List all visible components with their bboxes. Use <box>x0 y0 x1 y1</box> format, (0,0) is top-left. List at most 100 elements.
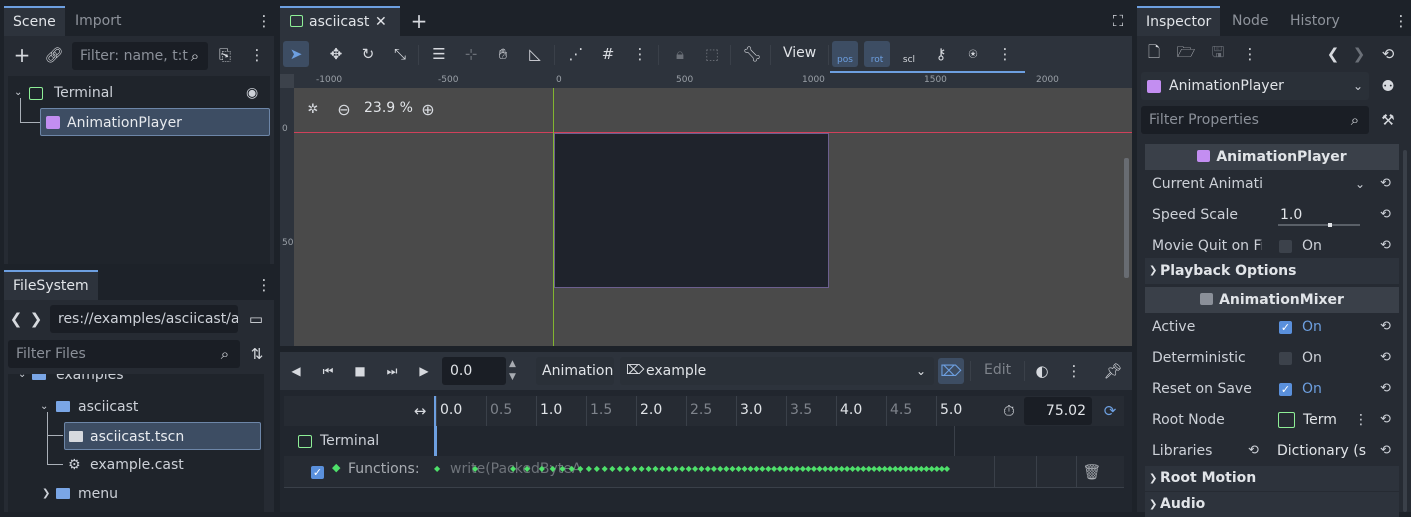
list-select-icon[interactable]: ☰ <box>426 41 452 67</box>
keyframe[interactable]: ◆ <box>434 464 440 473</box>
property-speed-scale[interactable]: Speed Scale 1.0 ⟲ <box>1152 200 1402 230</box>
property-active[interactable]: Active ✓ On ⟲ <box>1152 312 1402 342</box>
keyframe[interactable]: ◆ <box>586 464 592 473</box>
chevron-down-icon[interactable]: ⌄ <box>1355 169 1365 199</box>
keyframe[interactable]: ◆ <box>510 464 516 473</box>
inspector-scrollbar[interactable] <box>1403 150 1407 512</box>
revert-icon[interactable]: ⟲ <box>1380 374 1391 404</box>
track-functions[interactable]: ✓ ◆ Functions: write(PackedByteA ◆ ◆ ◆ ◆ ◆ ◆ ◆… <box>284 456 1124 488</box>
group-icon[interactable]: ⬚ <box>699 41 725 67</box>
chevron-right-icon[interactable]: ❯ <box>42 479 50 509</box>
forward-icon[interactable]: ❯ <box>26 306 46 332</box>
select-tool-icon[interactable]: ➤ <box>283 41 309 67</box>
scale-tool-icon[interactable]: ⤡ <box>387 41 413 67</box>
resource-menu-icon[interactable]: ⋮ <box>1237 41 1263 67</box>
path-field[interactable]: res://examples/asciicast/a <box>50 305 238 333</box>
revert-icon[interactable]: ⟲ <box>1380 169 1391 199</box>
autoplay-icon[interactable]: ⌦ <box>938 358 964 384</box>
reset-on-save-checkbox[interactable]: ✓ <box>1279 383 1292 396</box>
property-libraries[interactable]: Libraries ⟲ Dictionary (si ⟲ <box>1152 436 1402 466</box>
tab-history[interactable]: History <box>1281 6 1349 36</box>
node-select[interactable]: AnimationPlayer ⌄ <box>1141 72 1369 100</box>
revert-icon[interactable]: ⟲ <box>1380 200 1391 230</box>
keyframe[interactable]: ◆ <box>550 464 556 473</box>
file-asciicast-tscn[interactable]: asciicast.tscn <box>64 422 261 450</box>
snap-pos-button[interactable]: pos <box>832 41 858 67</box>
key-icon[interactable]: ⚷ <box>928 41 954 67</box>
play-icon[interactable]: ▶ <box>411 358 437 384</box>
pivot-tool-icon[interactable]: ⊹ <box>458 41 484 67</box>
keyframe[interactable]: ◆ <box>602 464 608 473</box>
reset-icon[interactable]: ⟲ <box>1248 436 1259 466</box>
keyframe[interactable]: ◆ <box>692 464 698 473</box>
slider-grabber[interactable] <box>1328 223 1332 227</box>
object-history-icon[interactable]: ⟲ <box>1375 41 1401 67</box>
keyframe[interactable]: ◆ <box>609 464 615 473</box>
keyframe-strip[interactable]: ◆ ◆ ◆ ◆ ◆ ◆ ◆ ◆ ◆ ◆ ◆ ◆ ◆ ◆ ◆ ◆ ◆ ◆ ◆ ◆ ◆ ◆ ◆ ◆ ◆ ◆ ◆ ◆ ◆ ◆ ◆ ◆ ◆ ◆ ◆ ◆ ◆ ◆ ◆ ◆… <box>434 464 956 478</box>
keyframe[interactable]: ◆ <box>569 464 575 473</box>
ruler-tool-icon[interactable]: ◺ <box>522 41 548 67</box>
chevron-down-icon[interactable]: ⌄ <box>14 78 22 108</box>
active-checkbox[interactable]: ✓ <box>1279 321 1292 334</box>
close-icon[interactable]: ✕ <box>375 8 387 36</box>
snap-scl-button[interactable]: scl <box>896 41 922 67</box>
deterministic-checkbox[interactable] <box>1279 352 1292 365</box>
property-deterministic[interactable]: Deterministic On ⟲ <box>1152 343 1402 373</box>
track-enabled-checkbox[interactable]: ✓ <box>311 466 324 479</box>
play-backwards-from-end-icon[interactable]: ◀ <box>283 358 309 384</box>
node-doc-icon[interactable]: ⚉ <box>1375 73 1401 99</box>
keyframe[interactable]: ◆ <box>472 464 478 473</box>
snap-rot-button[interactable]: rot <box>864 41 890 67</box>
keyframe[interactable]: ◆ <box>673 464 679 473</box>
edit-menu[interactable]: Edit <box>984 362 1011 378</box>
timeline-zoom-icon[interactable]: ↔ <box>407 398 433 424</box>
zoom-level[interactable]: 23.9 % <box>364 100 413 116</box>
keyframe[interactable]: ◆ <box>617 464 623 473</box>
revert-icon[interactable]: ⟲ <box>1380 231 1391 261</box>
revert-icon[interactable]: ⟲ <box>1380 312 1391 342</box>
keyframe[interactable]: ◆ <box>652 464 658 473</box>
property-reset-on-save[interactable]: Reset on Save ✓ On ⟲ <box>1152 374 1402 404</box>
group-playback-options[interactable]: ❯ Playback Options <box>1145 258 1399 284</box>
keyframe[interactable]: ◆ <box>666 464 672 473</box>
property-tools-icon[interactable]: ⚒ <box>1375 107 1401 133</box>
keyframe[interactable]: ◆ <box>639 464 645 473</box>
revert-icon[interactable]: ⟲ <box>1380 436 1391 466</box>
libraries-value[interactable]: Dictionary (si <box>1277 436 1367 466</box>
tab-import[interactable]: Import <box>66 6 130 36</box>
canvas-viewport[interactable]: ✲ ⊖ 23.9 % ⊕ <box>294 88 1132 346</box>
tab-asciicast[interactable]: asciicast ✕ <box>280 6 400 36</box>
insert-key-icon[interactable]: ⍟ <box>960 41 986 67</box>
movie-quit-checkbox[interactable] <box>1279 240 1292 253</box>
tab-node[interactable]: Node <box>1223 6 1278 36</box>
menu-kebab-icon[interactable]: ⋮ <box>254 8 274 34</box>
property-root-node[interactable]: Root Node Term ⋮ ⟲ <box>1152 405 1402 435</box>
zoom-out-icon[interactable]: ⊖ <box>331 96 357 122</box>
speed-scale-slider[interactable] <box>1278 224 1360 226</box>
onion-options-icon[interactable]: ⋮ <box>1061 358 1087 384</box>
keyframe[interactable]: ◆ <box>524 464 530 473</box>
tree-item-terminal[interactable]: ⌄ Terminal ◉ <box>8 78 270 108</box>
time-stepper[interactable]: ▲ ▼ <box>509 358 516 384</box>
sort-icon[interactable]: ⇅ <box>244 341 270 367</box>
menu-kebab-icon[interactable]: ⋮ <box>254 272 274 298</box>
revert-icon[interactable]: ⟲ <box>1380 405 1391 435</box>
pan-tool-icon[interactable]: ✋︎ <box>490 41 516 67</box>
pin-icon[interactable]: 📌︎ <box>1100 358 1126 384</box>
new-resource-icon[interactable]: 🗋 <box>1141 41 1167 67</box>
tab-filesystem[interactable]: FileSystem <box>4 270 98 300</box>
visibility-eye-icon[interactable]: ◉ <box>246 78 258 108</box>
instance-scene-icon[interactable]: ⎘ <box>212 42 238 68</box>
vertical-scrollbar[interactable] <box>1124 158 1129 278</box>
filter-properties-input[interactable]: Filter Properties <box>1141 106 1369 134</box>
rotate-tool-icon[interactable]: ↻ <box>355 41 381 67</box>
keyframe[interactable]: ◆ <box>646 464 652 473</box>
menu-kebab-icon[interactable]: ⋮ <box>1391 8 1411 34</box>
play-from-start-icon[interactable]: ⏭ <box>379 358 405 384</box>
keyframe[interactable]: ◆ <box>631 464 637 473</box>
scene-menu-icon[interactable]: ⋮ <box>244 42 270 68</box>
add-node-icon[interactable]: + <box>9 42 35 68</box>
keyframe[interactable]: ◆ <box>698 464 704 473</box>
grid-snap-icon[interactable]: # <box>595 41 621 67</box>
animation-menu[interactable]: Animation <box>536 357 614 385</box>
